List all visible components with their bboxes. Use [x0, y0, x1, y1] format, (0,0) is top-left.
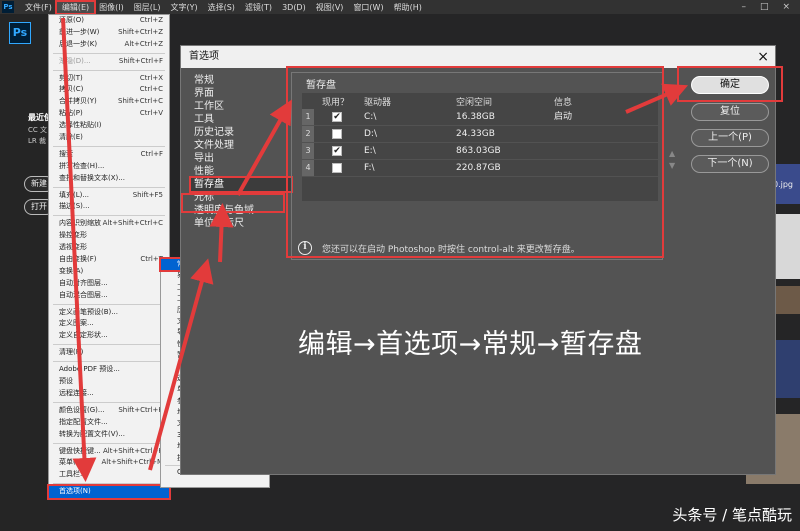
watermark: 头条号 / 笔点酷玩	[672, 506, 792, 524]
arrow-preferences-to-general	[148, 258, 214, 471]
screen: 0.jpg Ps 最近使 CC 文 LR 裁 新建 打开 Ps 文件(F) 编辑(…	[0, 0, 800, 531]
annotation-arrows	[61, 17, 689, 482]
arrow-general-to-scratch	[209, 203, 234, 263]
caption: 编辑→首选项→常规→暂存盘	[298, 329, 643, 360]
arrow-panel-to-ok	[625, 83, 689, 114]
arrow-scratch-to-panel	[236, 99, 292, 196]
arrow-edit-to-preferences	[61, 17, 97, 482]
